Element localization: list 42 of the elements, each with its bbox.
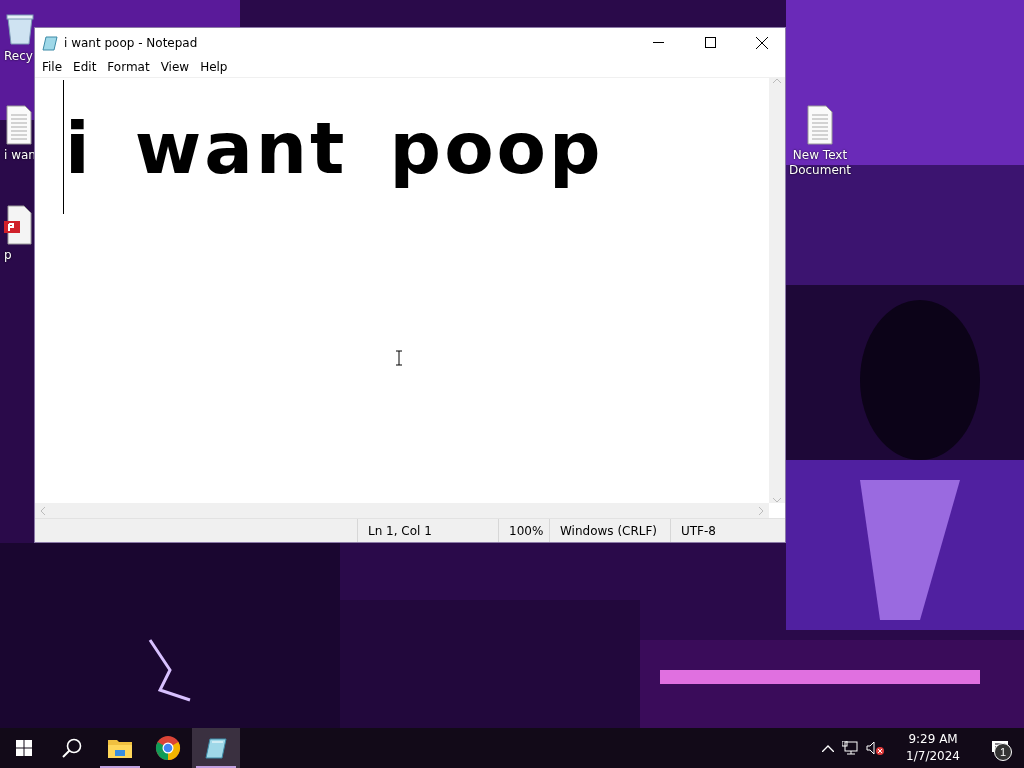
menu-item[interactable]: File: [37, 60, 69, 74]
text-editor[interactable]: i want poop: [35, 78, 769, 503]
status-text: Ln 1, Col 1: [368, 523, 432, 538]
notification-count: 1: [994, 743, 1012, 761]
menu-item[interactable]: Help: [195, 60, 234, 74]
desktop-icon-label[interactable]: Recy: [4, 49, 33, 64]
muted-speaker-icon[interactable]: [866, 741, 885, 755]
horizontal-scrollbar[interactable]: [35, 503, 769, 518]
status-text: Windows (CRLF): [560, 523, 658, 538]
status-text: 100%: [509, 523, 544, 538]
menu-item[interactable]: View: [155, 60, 196, 74]
menu-item[interactable]: Edit: [68, 60, 103, 74]
scroll-down-icon: [773, 498, 781, 503]
text-cursor-icon: [395, 350, 403, 366]
text-file-icon: [4, 105, 34, 145]
pdf-file-icon: [4, 205, 34, 245]
notepad-icon: [42, 34, 58, 51]
menu-item[interactable]: Format: [102, 60, 156, 74]
taskbar-app-button[interactable]: [192, 728, 240, 768]
network-icon[interactable]: [842, 741, 859, 755]
scroll-right-icon: [759, 506, 764, 515]
scroll-left-icon: [40, 506, 45, 515]
desktop-icon-label[interactable]: New Text Document: [788, 148, 852, 178]
folder-icon: [108, 738, 132, 758]
maximize-icon: [704, 37, 716, 48]
document-text: i want poop: [65, 106, 605, 190]
desktop-icon-label[interactable]: p: [4, 248, 12, 263]
clock[interactable]: 9:29 AM 1/7/2024: [900, 730, 966, 766]
chevron-up-icon[interactable]: [822, 744, 835, 752]
recycle-bin-icon: [4, 12, 36, 46]
vertical-scrollbar[interactable]: [769, 78, 785, 503]
minimize-icon: [652, 42, 664, 43]
status-text: UTF-8: [681, 523, 716, 538]
window-title: i want poop - Notepad: [64, 35, 199, 50]
browser-icon: [155, 735, 181, 761]
notepad-icon: [204, 736, 228, 760]
scroll-up-icon: [773, 78, 781, 83]
windows-logo-icon: [16, 740, 32, 756]
text-file-icon: [805, 105, 835, 145]
close-icon: [756, 36, 768, 49]
search-icon: [62, 738, 82, 758]
notification-button[interactable]: 1: [982, 728, 1018, 768]
